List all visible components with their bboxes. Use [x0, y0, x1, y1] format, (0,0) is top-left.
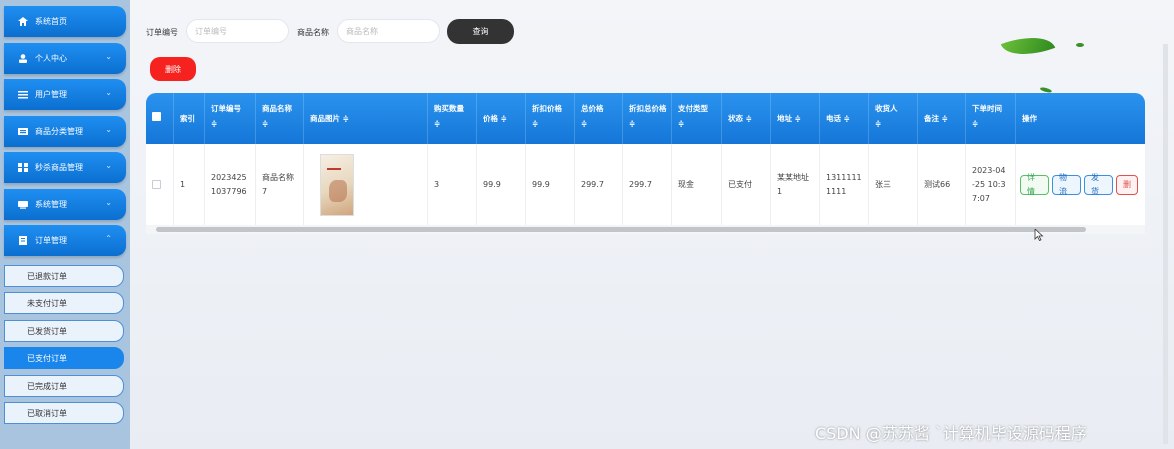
cell-quantity: 3 — [428, 144, 477, 225]
list-icon — [18, 91, 28, 99]
logistics-button[interactable]: 物流 — [1052, 173, 1081, 196]
sidebar-item-category[interactable]: 商品分类管理 ⌄ — [4, 116, 126, 147]
col-discount-price[interactable]: 折扣价格 ≑ — [526, 93, 575, 144]
col-status[interactable]: 状态 ≑ — [722, 93, 771, 144]
col-actions: 操作 — [1022, 114, 1037, 123]
col-total[interactable]: 总价格 ≑ — [575, 93, 623, 144]
leaf-decoration — [1076, 43, 1084, 47]
vertical-scrollbar[interactable] — [1163, 44, 1168, 444]
order-icon — [19, 236, 27, 245]
sidebar-subitem-completed[interactable]: 已完成订单 — [4, 375, 124, 397]
chevron-down-icon: ⌄ — [105, 52, 112, 61]
sidebar-item-label: 系统首页 — [35, 17, 67, 26]
sidebar-item-label: 个人中心 — [35, 54, 67, 63]
sidebar-item-seckill[interactable]: 秒杀商品管理 ⌄ — [4, 152, 126, 183]
sidebar-subitem-cancelled[interactable]: 已取消订单 — [4, 402, 124, 424]
ship-button[interactable]: 发货 — [1084, 173, 1113, 196]
sidebar-item-orders[interactable]: 订单管理 ⌃ — [4, 225, 126, 256]
cell-actions: 详情 物流 发货 删 — [1016, 144, 1145, 225]
delete-button[interactable]: 删除 — [150, 57, 196, 81]
chevron-down-icon: ⌄ — [105, 88, 112, 97]
orders-table: 索引 订单编号 ≑ 商品名称 ≑ 商品图片 ≑ 购买数量 ≑ 价格 ≑ 折扣价格 ≑ 总… — [146, 93, 1145, 234]
sidebar-subitem-shipped[interactable]: 已发货订单 — [4, 320, 124, 342]
sidebar-subitem-refunded[interactable]: 已退款订单 — [4, 265, 124, 287]
sidebar-item-label: 订单管理 — [35, 236, 67, 245]
col-address[interactable]: 地址 ≑ — [771, 93, 820, 144]
sidebar-item-users[interactable]: 用户管理 ⌄ — [4, 79, 126, 110]
sidebar-subitem-unpaid[interactable]: 未支付订单 — [4, 292, 124, 314]
sidebar: 系统首页 个人中心 ⌄ 用户管理 ⌄ 商品分类管理 ⌄ 秒杀商品管理 ⌄ 系统管… — [0, 0, 130, 449]
delete-row-button[interactable]: 删 — [1116, 174, 1138, 195]
sidebar-item-label: 用户管理 — [35, 90, 67, 99]
col-remark[interactable]: 备注 ≑ — [918, 93, 966, 144]
home-icon — [18, 17, 28, 26]
product-name-input[interactable]: 商品名称 — [337, 19, 440, 43]
grid-icon — [18, 163, 28, 172]
category-icon — [18, 128, 28, 135]
cell-discount-price: 99.9 — [526, 144, 575, 225]
mouse-cursor-icon — [1034, 229, 1044, 241]
select-all-checkbox[interactable] — [152, 112, 161, 121]
detail-button[interactable]: 详情 — [1020, 173, 1049, 196]
table-row: 1 2023425 1037796 商品名称 7 3 99.9 99.9 299… — [146, 144, 1145, 225]
scrollbar-thumb[interactable] — [156, 227, 1086, 232]
cell-pay-type: 现金 — [672, 144, 722, 225]
cell-price: 99.9 — [477, 144, 526, 225]
chevron-down-icon: ⌄ — [105, 125, 112, 134]
chevron-up-icon: ⌃ — [105, 234, 112, 243]
col-receiver[interactable]: 收货人 ≑ — [869, 93, 918, 144]
sidebar-item-label: 秒杀商品管理 — [35, 163, 83, 172]
select-all-cell — [146, 93, 174, 144]
cell-order-no: 2023425 1037796 — [205, 144, 256, 225]
chevron-down-icon: ⌄ — [105, 198, 112, 207]
col-order-no[interactable]: 订单编号 ≑ — [205, 93, 256, 144]
sidebar-item-label: 系统管理 — [35, 200, 67, 209]
user-icon — [19, 54, 27, 63]
row-checkbox[interactable] — [152, 180, 161, 189]
cell-status: 已支付 — [722, 144, 771, 225]
cell-total: 299.7 — [575, 144, 623, 225]
sidebar-item-home[interactable]: 系统首页 — [4, 6, 126, 37]
cell-phone: 1311111 1111 — [820, 144, 869, 225]
cell-remark: 测试66 — [918, 144, 966, 225]
row-select-cell — [146, 144, 174, 225]
cell-index: 1 — [174, 144, 205, 225]
cell-time: 2023-04 -25 10:3 7:07 — [966, 144, 1016, 225]
order-no-label: 订单编号 — [146, 28, 178, 37]
system-icon — [18, 201, 28, 209]
cell-receiver: 张三 — [869, 144, 918, 225]
sidebar-item-profile[interactable]: 个人中心 ⌄ — [4, 43, 126, 74]
cell-product-name: 商品名称 7 — [256, 144, 304, 225]
table-header: 索引 订单编号 ≑ 商品名称 ≑ 商品图片 ≑ 购买数量 ≑ 价格 ≑ 折扣价格 ≑ 总… — [146, 93, 1145, 144]
col-discount-total[interactable]: 折扣总价格 ≑ — [623, 93, 672, 144]
col-quantity[interactable]: 购买数量 ≑ — [428, 93, 477, 144]
horizontal-scrollbar[interactable] — [146, 225, 1145, 234]
cell-product-image — [304, 144, 428, 225]
col-product-image[interactable]: 商品图片 ≑ — [304, 93, 428, 144]
chevron-down-icon: ⌄ — [105, 161, 112, 170]
col-pay-type[interactable]: 支付类型 ≑ — [672, 93, 722, 144]
col-product-name[interactable]: 商品名称 ≑ — [256, 93, 304, 144]
sidebar-item-system[interactable]: 系统管理 ⌄ — [4, 189, 126, 220]
order-no-input[interactable]: 订单编号 — [186, 19, 289, 43]
watermark-text: CSDN @苏苏酱 `计算机毕设源码程序 — [815, 424, 1087, 443]
col-price[interactable]: 价格 ≑ — [477, 93, 526, 144]
cell-address: 某某地址 1 — [771, 144, 820, 225]
search-button[interactable]: 查询 — [447, 19, 514, 44]
col-phone[interactable]: 电话 ≑ — [820, 93, 869, 144]
product-image[interactable] — [320, 153, 354, 216]
product-name-label: 商品名称 — [297, 28, 329, 37]
cell-discount-total: 299.7 — [623, 144, 672, 225]
sidebar-item-label: 商品分类管理 — [35, 127, 83, 136]
sidebar-subitem-paid[interactable]: 已支付订单 — [4, 347, 124, 369]
col-time[interactable]: 下单时间 ≑ — [966, 93, 1016, 144]
col-index[interactable]: 索引 — [174, 93, 205, 144]
